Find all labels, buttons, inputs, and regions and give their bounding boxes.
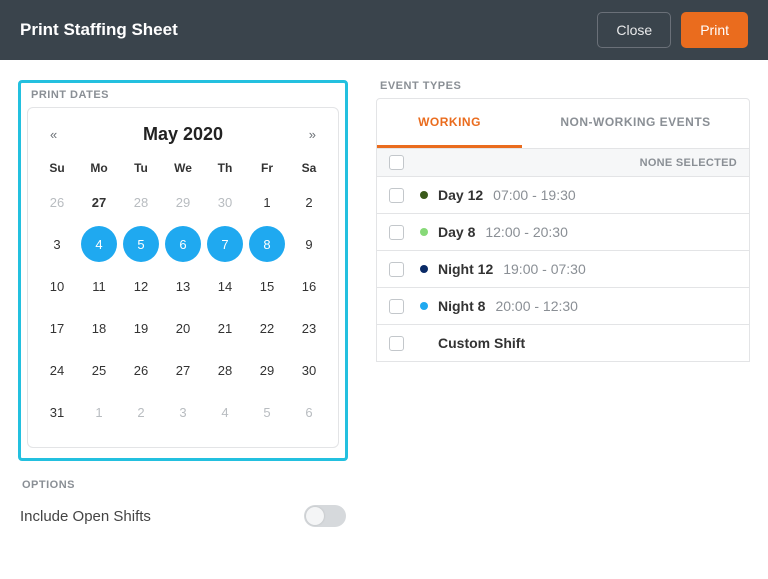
event-name: Night 12 (438, 261, 493, 277)
calendar-day[interactable]: 6 (165, 226, 201, 262)
next-month-button[interactable]: » (303, 123, 322, 146)
calendar-day[interactable]: 29 (249, 352, 285, 388)
calendar-day[interactable]: 28 (207, 352, 243, 388)
calendar-day[interactable]: 2 (291, 184, 327, 220)
event-checkbox[interactable] (389, 225, 404, 240)
calendar-weekday-header: Th (204, 155, 246, 181)
calendar-day[interactable]: 17 (39, 310, 75, 346)
calendar-day[interactable]: 14 (207, 268, 243, 304)
calendar-day[interactable]: 10 (39, 268, 75, 304)
calendar-day[interactable]: 8 (249, 226, 285, 262)
calendar-day[interactable]: 7 (207, 226, 243, 262)
calendar-day[interactable]: 29 (165, 184, 201, 220)
event-checkbox[interactable] (389, 262, 404, 277)
calendar-day[interactable]: 20 (165, 310, 201, 346)
event-time: 07:00 - 19:30 (493, 187, 576, 203)
calendar-day[interactable]: 30 (291, 352, 327, 388)
calendar-card: « May 2020 » SuMoTuWeThFrSa 262728293012… (27, 107, 339, 448)
event-color-dot (420, 265, 428, 273)
calendar-day[interactable]: 21 (207, 310, 243, 346)
event-color-dot (420, 302, 428, 310)
calendar-day[interactable]: 18 (81, 310, 117, 346)
event-time: 20:00 - 12:30 (495, 298, 578, 314)
calendar-day[interactable]: 13 (165, 268, 201, 304)
event-row[interactable]: Night 12 19:00 - 07:30 (376, 251, 750, 288)
calendar-day[interactable]: 5 (123, 226, 159, 262)
calendar-day[interactable]: 12 (123, 268, 159, 304)
print-dates-highlight-frame: PRINT DATES « May 2020 » SuMoTuWeThFrSa … (18, 80, 348, 461)
event-color-dot (420, 191, 428, 199)
calendar-day[interactable]: 3 (39, 226, 75, 262)
calendar-day[interactable]: 11 (81, 268, 117, 304)
event-name: Night 8 (438, 298, 485, 314)
calendar-day[interactable]: 9 (291, 226, 327, 262)
print-dates-label: PRINT DATES (27, 89, 339, 101)
event-time: 19:00 - 07:30 (503, 261, 586, 277)
event-row[interactable]: Night 8 20:00 - 12:30 (376, 288, 750, 325)
selection-status-text: NONE SELECTED (404, 157, 737, 169)
calendar-day[interactable]: 28 (123, 184, 159, 220)
event-checkbox[interactable] (389, 299, 404, 314)
calendar-weekday-header: Fr (246, 155, 288, 181)
tab-working[interactable]: WORKING (377, 99, 522, 148)
include-open-shifts-label: Include Open Shifts (20, 508, 151, 525)
calendar-day[interactable]: 19 (123, 310, 159, 346)
calendar-day[interactable]: 27 (81, 184, 117, 220)
close-button[interactable]: Close (597, 12, 671, 48)
prev-month-button[interactable]: « (44, 123, 63, 146)
dialog-title: Print Staffing Sheet (20, 20, 587, 40)
calendar-day[interactable]: 24 (39, 352, 75, 388)
calendar-day[interactable]: 1 (249, 184, 285, 220)
print-button[interactable]: Print (681, 12, 748, 48)
event-type-tabs: WORKING NON-WORKING EVENTS (376, 98, 750, 149)
calendar-day[interactable]: 30 (207, 184, 243, 220)
tab-nonworking[interactable]: NON-WORKING EVENTS (522, 99, 749, 148)
event-checkbox[interactable] (389, 336, 404, 351)
event-row[interactable]: Day 8 12:00 - 20:30 (376, 214, 750, 251)
dialog-header: Print Staffing Sheet Close Print (0, 0, 768, 60)
event-list-header: NONE SELECTED (376, 149, 750, 177)
calendar-day[interactable]: 31 (39, 394, 75, 430)
calendar-day[interactable]: 22 (249, 310, 285, 346)
calendar-day[interactable]: 3 (165, 394, 201, 430)
calendar-weekday-header: Tu (120, 155, 162, 181)
calendar-day[interactable]: 1 (81, 394, 117, 430)
toggle-knob (306, 507, 324, 525)
calendar-weekday-header: Mo (78, 155, 120, 181)
calendar-day[interactable]: 25 (81, 352, 117, 388)
event-name: Day 12 (438, 187, 483, 203)
calendar-day[interactable]: 23 (291, 310, 327, 346)
calendar-grid: SuMoTuWeThFrSa 2627282930123456789101112… (36, 155, 330, 433)
calendar-month-title[interactable]: May 2020 (143, 124, 223, 145)
include-open-shifts-toggle[interactable] (304, 505, 346, 527)
calendar-weekday-header: Su (36, 155, 78, 181)
options-label: OPTIONS (18, 479, 348, 491)
event-name: Custom Shift (438, 335, 525, 351)
event-row[interactable]: Custom Shift (376, 325, 750, 362)
event-types-label: EVENT TYPES (376, 80, 750, 92)
event-checkbox[interactable] (389, 188, 404, 203)
calendar-day[interactable]: 4 (207, 394, 243, 430)
event-color-dot (420, 228, 428, 236)
event-name: Day 8 (438, 224, 475, 240)
calendar-weekday-header: We (162, 155, 204, 181)
calendar-weekday-header: Sa (288, 155, 330, 181)
calendar-day[interactable]: 27 (165, 352, 201, 388)
event-row[interactable]: Day 12 07:00 - 19:30 (376, 177, 750, 214)
calendar-day[interactable]: 4 (81, 226, 117, 262)
calendar-day[interactable]: 26 (39, 184, 75, 220)
calendar-day[interactable]: 2 (123, 394, 159, 430)
event-time: 12:00 - 20:30 (485, 224, 568, 240)
calendar-day[interactable]: 15 (249, 268, 285, 304)
select-all-events-checkbox[interactable] (389, 155, 404, 170)
calendar-day[interactable]: 5 (249, 394, 285, 430)
calendar-day[interactable]: 6 (291, 394, 327, 430)
calendar-day[interactable]: 26 (123, 352, 159, 388)
calendar-day[interactable]: 16 (291, 268, 327, 304)
